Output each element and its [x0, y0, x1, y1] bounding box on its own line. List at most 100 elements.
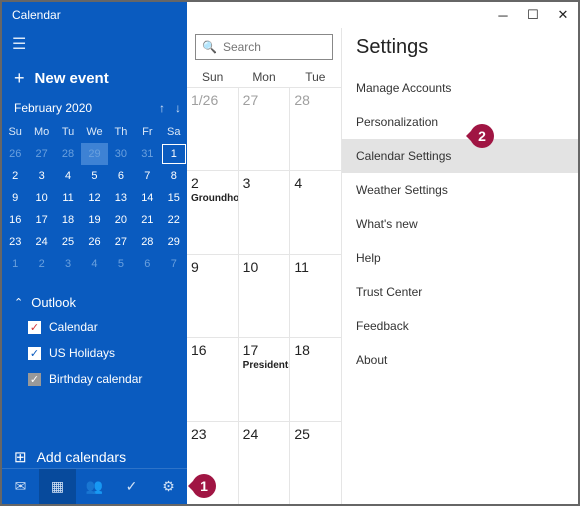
mini-cal-day[interactable]: 26: [2, 143, 28, 165]
event-label[interactable]: Groundhog: [191, 193, 234, 204]
mini-cal-day[interactable]: 1: [2, 253, 28, 275]
add-calendars-button[interactable]: ⊞ Add calendars: [2, 438, 187, 468]
checkbox-icon[interactable]: ✓: [28, 321, 41, 334]
mini-cal-day[interactable]: 4: [81, 253, 107, 275]
mini-cal-day[interactable]: 7: [134, 165, 160, 187]
titlebar: Calendar ─ ☐ ✕: [2, 2, 578, 28]
mini-cal-day[interactable]: 4: [55, 165, 81, 187]
day-cell[interactable]: 27: [239, 88, 291, 170]
settings-item-manage-accounts[interactable]: Manage Accounts: [342, 71, 578, 105]
search-box[interactable]: 🔍: [195, 34, 333, 60]
settings-title: Settings: [342, 36, 578, 71]
mini-cal-day[interactable]: 9: [2, 187, 28, 209]
day-cell[interactable]: 17Presidents': [239, 338, 291, 420]
new-event-button[interactable]: + New event: [2, 64, 187, 101]
mini-cal-day[interactable]: 20: [108, 209, 134, 231]
day-cell[interactable]: 9: [187, 255, 239, 337]
mini-cal-day[interactable]: 16: [2, 209, 28, 231]
settings-item-about[interactable]: About: [342, 343, 578, 377]
minimize-button[interactable]: ─: [488, 2, 518, 28]
mini-cal-day[interactable]: 30: [108, 143, 134, 165]
day-number: 27: [243, 92, 286, 108]
mini-cal-day[interactable]: 12: [81, 187, 107, 209]
mini-cal-day[interactable]: 5: [108, 253, 134, 275]
settings-item-weather-settings[interactable]: Weather Settings: [342, 173, 578, 207]
todo-icon[interactable]: ✓: [113, 469, 150, 504]
day-cell[interactable]: 25: [290, 422, 341, 504]
outlook-toggle[interactable]: ⌃ Outlook: [14, 295, 175, 310]
mini-cal-day[interactable]: 1: [161, 143, 187, 165]
settings-panel: Settings Manage AccountsPersonalizationC…: [342, 28, 578, 504]
mini-cal-day[interactable]: 28: [134, 231, 160, 253]
day-cell[interactable]: 3: [239, 171, 291, 253]
month-label[interactable]: February 2020: [14, 101, 159, 115]
mini-cal-day[interactable]: 14: [134, 187, 160, 209]
mini-cal-day[interactable]: 29: [161, 231, 187, 253]
mail-icon[interactable]: ✉: [2, 469, 39, 504]
close-button[interactable]: ✕: [548, 2, 578, 28]
day-number: 9: [191, 259, 234, 275]
mini-cal-day[interactable]: 6: [108, 165, 134, 187]
day-cell[interactable]: 16: [187, 338, 239, 420]
settings-item-help[interactable]: Help: [342, 241, 578, 275]
people-icon[interactable]: 👥: [76, 469, 113, 504]
calendar-list-item[interactable]: ✓ Birthday calendar: [28, 372, 175, 386]
event-label[interactable]: Presidents': [243, 360, 286, 371]
weekday-label: Fr: [134, 121, 160, 143]
mini-cal-day[interactable]: 15: [161, 187, 187, 209]
add-calendar-icon: ⊞: [14, 448, 27, 466]
mini-cal-day[interactable]: 25: [55, 231, 81, 253]
day-cell[interactable]: 4: [290, 171, 341, 253]
mini-cal-day[interactable]: 18: [55, 209, 81, 231]
hamburger-icon[interactable]: ☰: [2, 28, 187, 64]
mini-cal-day[interactable]: 13: [108, 187, 134, 209]
mini-cal-day[interactable]: 10: [28, 187, 54, 209]
day-cell[interactable]: 2Groundhog: [187, 171, 239, 253]
calendar-icon[interactable]: ▦: [39, 469, 76, 504]
mini-cal-day[interactable]: 2: [28, 253, 54, 275]
weekday-col: Sun: [187, 66, 238, 87]
mini-cal-day[interactable]: 28: [55, 143, 81, 165]
day-cell[interactable]: 11: [290, 255, 341, 337]
mini-calendar-header: February 2020 ↑ ↓: [2, 101, 187, 121]
mini-cal-day[interactable]: 22: [161, 209, 187, 231]
mini-cal-day[interactable]: 2: [2, 165, 28, 187]
maximize-button[interactable]: ☐: [518, 2, 548, 28]
mini-cal-day[interactable]: 8: [161, 165, 187, 187]
app-title: Calendar: [2, 8, 488, 22]
day-cell[interactable]: 10: [239, 255, 291, 337]
settings-item-what-s-new[interactable]: What's new: [342, 207, 578, 241]
next-month-icon[interactable]: ↓: [175, 101, 181, 115]
mini-cal-day[interactable]: 3: [28, 165, 54, 187]
calendar-list-item[interactable]: ✓US Holidays: [28, 346, 175, 360]
mini-cal-day[interactable]: 24: [28, 231, 54, 253]
mini-cal-day[interactable]: 19: [81, 209, 107, 231]
mini-cal-day[interactable]: 27: [28, 143, 54, 165]
checkbox-icon[interactable]: ✓: [28, 373, 41, 386]
settings-item-feedback[interactable]: Feedback: [342, 309, 578, 343]
prev-month-icon[interactable]: ↑: [159, 101, 165, 115]
day-number: 18: [294, 342, 337, 358]
mini-cal-day[interactable]: 29: [81, 143, 107, 165]
mini-cal-day[interactable]: 7: [161, 253, 187, 275]
day-cell[interactable]: 1/26: [187, 88, 239, 170]
day-cell[interactable]: 18: [290, 338, 341, 420]
settings-item-trust-center[interactable]: Trust Center: [342, 275, 578, 309]
mini-cal-day[interactable]: 11: [55, 187, 81, 209]
day-cell[interactable]: 24: [239, 422, 291, 504]
settings-item-calendar-settings[interactable]: Calendar Settings: [342, 139, 578, 173]
mini-cal-day[interactable]: 5: [81, 165, 107, 187]
add-calendars-label: Add calendars: [37, 449, 127, 465]
checkbox-icon[interactable]: ✓: [28, 347, 41, 360]
mini-cal-day[interactable]: 23: [2, 231, 28, 253]
mini-cal-day[interactable]: 21: [134, 209, 160, 231]
mini-cal-day[interactable]: 6: [134, 253, 160, 275]
mini-cal-day[interactable]: 27: [108, 231, 134, 253]
calendar-list-item[interactable]: ✓Calendar: [28, 320, 175, 334]
day-cell[interactable]: 28: [290, 88, 341, 170]
mini-cal-day[interactable]: 26: [81, 231, 107, 253]
mini-cal-day[interactable]: 31: [134, 143, 160, 165]
mini-cal-day[interactable]: 17: [28, 209, 54, 231]
calendar-name: Birthday calendar: [49, 372, 142, 386]
mini-cal-day[interactable]: 3: [55, 253, 81, 275]
